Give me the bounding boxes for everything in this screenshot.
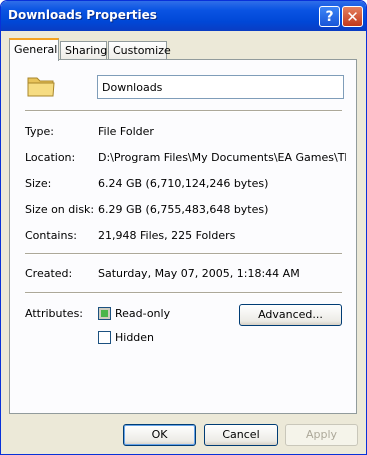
created-value: Saturday, May 07, 2005, 1:18:44 AM — [98, 267, 300, 280]
folder-name-input[interactable] — [97, 75, 344, 99]
readonly-label[interactable]: Read-only — [115, 307, 170, 320]
type-value: File Folder — [98, 125, 154, 138]
advanced-button[interactable]: Advanced... — [239, 304, 342, 326]
hidden-checkbox[interactable] — [98, 331, 111, 344]
type-label: Type: — [25, 125, 54, 138]
location-label: Location: — [25, 151, 76, 164]
contains-value: 21,948 Files, 225 Folders — [98, 229, 236, 242]
help-icon[interactable]: ? — [319, 6, 340, 27]
ok-button[interactable]: OK — [123, 424, 196, 446]
tab-general[interactable]: General — [9, 38, 59, 61]
tab-sharing[interactable]: Sharing — [60, 41, 107, 60]
apply-button[interactable]: Apply — [285, 424, 358, 446]
size-label: Size: — [25, 177, 52, 190]
attributes-label: Attributes: — [25, 307, 84, 320]
properties-window: Downloads Properties ? ✕ General Sharing… — [0, 0, 367, 455]
folder-icon — [27, 77, 55, 97]
created-label: Created: — [25, 267, 73, 280]
separator — [25, 110, 342, 112]
separator — [25, 253, 342, 255]
location-value: D:\Program Files\My Documents\EA Games\T… — [98, 151, 346, 164]
window-title: Downloads Properties — [8, 8, 157, 22]
size-on-disk-value: 6.29 GB (6,755,483,648 bytes) — [98, 203, 269, 216]
size-on-disk-label: Size on disk: — [25, 203, 95, 216]
readonly-checkbox[interactable] — [98, 307, 111, 320]
tab-customize[interactable]: Customize — [108, 41, 171, 60]
separator — [25, 292, 342, 294]
contains-label: Contains: — [25, 229, 77, 242]
cancel-button[interactable]: Cancel — [204, 424, 278, 446]
hidden-label[interactable]: Hidden — [115, 331, 154, 344]
close-icon[interactable]: ✕ — [342, 6, 363, 27]
title-bar[interactable]: Downloads Properties ? ✕ — [1, 1, 366, 31]
size-value: 6.24 GB (6,710,124,246 bytes) — [98, 177, 269, 190]
